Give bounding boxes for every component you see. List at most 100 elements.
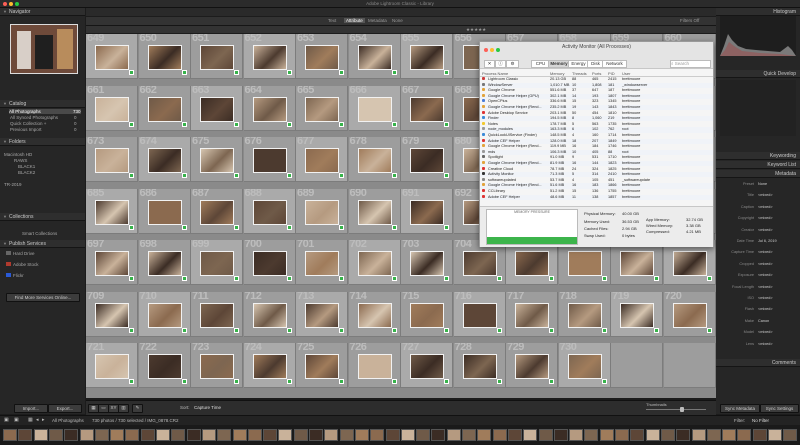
filmstrip-thumbnail[interactable] [140,429,155,441]
filmstrip-thumbnail[interactable] [538,429,553,441]
grid-cell[interactable]: 661 [86,85,138,131]
filmstrip-thumbnail[interactable] [706,429,721,441]
photo-thumbnail[interactable] [252,251,287,276]
grid-cell[interactable]: 677 [296,137,348,182]
metadata-row[interactable]: Copyright <mixed> [718,216,798,222]
filmstrip-thumbnail[interactable] [569,429,584,441]
metadata-row[interactable]: Model <mixed> [718,330,798,336]
process-row[interactable]: QuickLookUIService (Finder) 148.5 MB 4 160 1… [480,133,713,138]
keyword-list-header[interactable]: Keyword List [716,161,800,169]
photo-thumbnail[interactable] [410,199,444,225]
photo-thumbnail[interactable] [462,354,497,379]
metadata-row[interactable]: Cropped <mixed> [718,262,798,268]
photo-thumbnail[interactable] [200,45,234,70]
grid-cell[interactable]: 652 [243,34,296,79]
photo-thumbnail[interactable] [410,148,444,173]
flag-badge-icon[interactable] [444,121,449,127]
filmstrip-thumbnail[interactable] [584,429,599,441]
filters-off-label[interactable]: Filters Off [680,18,699,23]
grid-cell[interactable]: 653 [296,34,348,79]
filmstrip-thumbnail[interactable] [324,429,339,441]
metadata-row[interactable]: Title <mixed> [718,193,798,199]
photo-thumbnail[interactable] [357,354,392,379]
filmstrip-thumbnail[interactable] [370,429,385,441]
survey-view-icon[interactable]: ▥ [118,404,129,413]
flag-badge-icon[interactable] [286,70,292,75]
photo-thumbnail[interactable] [567,302,602,328]
filmstrip-thumbnail[interactable] [523,429,538,441]
folder-item[interactable]: BLACK2 [18,170,35,175]
filmstrip-thumbnail[interactable] [18,429,33,441]
photo-thumbnail[interactable] [147,302,182,328]
photo-thumbnail[interactable] [567,251,602,276]
grid-cell[interactable]: 718 [558,291,611,337]
filmstrip-thumbnail[interactable] [676,429,691,441]
process-row[interactable]: Google Chrome Helper (Rend... 119.9 MB 16 1… [480,144,713,149]
flag-badge-icon[interactable] [706,327,712,333]
grid-cell[interactable]: 690 [348,188,401,234]
photo-thumbnail[interactable] [515,251,549,276]
photo-thumbnail[interactable] [410,96,444,122]
process-row[interactable]: Adobe Desktop Service 203.1 MB 50 454 1810 br… [480,110,713,116]
photo-thumbnail[interactable] [357,148,392,173]
flag-badge-icon[interactable] [444,276,449,281]
process-row[interactable]: CCLibrary 51.2 MB 15 136 1755 brettmoore [480,189,713,194]
process-row[interactable]: Activity Monitor 71.3 MB 5 314 2410 brettmoor… [480,172,713,178]
photo-thumbnail[interactable] [252,96,287,122]
photo-thumbnail[interactable] [672,251,707,276]
photo-thumbnail[interactable] [305,96,339,122]
grid-cell[interactable]: 698 [138,240,191,285]
grid-cell[interactable]: 714 [348,291,401,337]
metadata-row[interactable]: Date Time Jul 6, 2019 [718,239,798,245]
photo-thumbnail[interactable] [252,148,287,173]
keywording-header[interactable]: Keywording [716,152,800,160]
grid-cell[interactable]: 662 [138,85,191,131]
grid-cell[interactable]: 727 [401,343,453,388]
filmstrip-thumbnail[interactable] [385,429,400,441]
photo-thumbnail[interactable] [515,354,549,379]
flag-badge-icon[interactable] [339,224,344,230]
flag-badge-icon[interactable] [549,276,554,281]
metadata-row[interactable]: Exposure <mixed> [718,273,798,279]
filter-tab-attribute[interactable]: Attribute [344,18,365,23]
metadata-value[interactable]: None [758,182,767,186]
metadata-row[interactable]: Preset None [718,182,798,188]
forward-arrow-icon[interactable]: ▸ [42,417,45,423]
metadata-value[interactable]: <mixed> [758,342,773,346]
filmstrip-thumbnail[interactable] [752,429,767,441]
photo-thumbnail[interactable] [147,199,182,225]
flag-badge-icon[interactable] [286,173,292,178]
photo-thumbnail[interactable] [357,45,392,70]
grid-cell[interactable]: 651 [191,34,243,79]
photo-thumbnail[interactable] [252,354,287,379]
flag-badge-icon[interactable] [234,327,239,333]
metadata-row[interactable]: Make Canon [718,319,798,325]
metadata-value[interactable]: <mixed> [758,273,773,277]
filmstrip-thumbnail[interactable] [783,429,798,441]
flag-badge-icon[interactable] [286,327,292,333]
process-row[interactable]: WindowServer 1,010.7 MB 10 1,808 181 _windows… [480,82,713,88]
publish-services-header[interactable]: ▼ Publish Services [0,240,85,248]
catalog-item-quick-collection[interactable]: Quick Collection +0 [10,121,77,126]
flag-badge-icon[interactable] [444,224,449,230]
navigator-preview[interactable] [10,24,78,74]
grid-cell[interactable]: 729 [506,343,558,388]
flag-badge-icon[interactable] [234,379,239,384]
histogram-header[interactable]: Histogram [716,8,800,16]
filmstrip-thumbnail[interactable] [278,429,293,441]
filmstrip-thumbnail[interactable] [492,429,507,441]
filmstrip-thumbnail[interactable] [722,429,737,441]
filmstrip-thumbnail[interactable] [553,429,568,441]
flag-badge-icon[interactable] [444,70,449,75]
grid-cell[interactable]: 725 [296,343,348,388]
flag-badge-icon[interactable] [391,224,397,230]
flag-badge-icon[interactable] [129,276,134,281]
grid-cell[interactable]: 711 [191,291,243,337]
process-row[interactable]: OpenCPlus 336.6 MB 15 323 1345 brettmoore [480,99,713,104]
col-memory[interactable]: Memory [550,71,564,76]
import-button[interactable]: Import... [14,404,48,413]
flag-badge-icon[interactable] [129,224,134,230]
photo-thumbnail[interactable] [305,251,339,276]
flag-badge-icon[interactable] [601,379,607,384]
flag-badge-icon[interactable] [339,276,344,281]
